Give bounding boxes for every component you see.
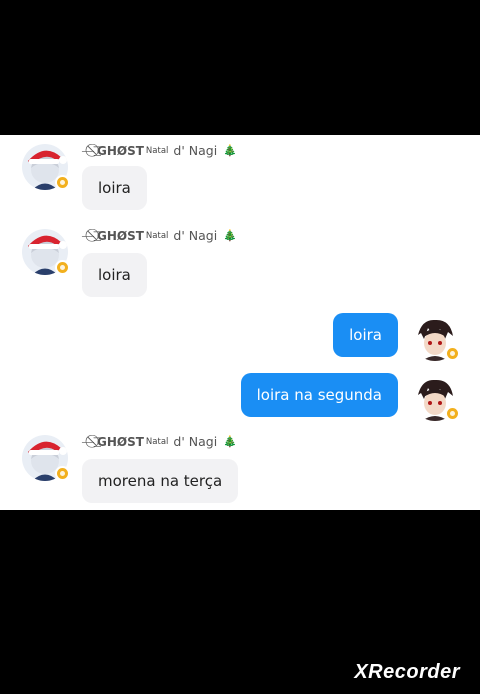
name-sup: Natal — [145, 436, 169, 447]
message-bubble[interactable]: loira — [82, 166, 147, 210]
chat-area: —͟͞͞ ⃠ GHØSTNatal d' Nagi 🎄 loira —͟͞͞ ⃠… — [0, 135, 480, 510]
sender-avatar[interactable] — [22, 229, 70, 275]
christmas-tree-icon: 🎄 — [223, 144, 237, 157]
name-suffix: d' Nagi — [173, 434, 218, 449]
name-suffix: d' Nagi — [173, 143, 218, 158]
name-main: GHØST — [97, 143, 144, 158]
membership-badge-icon — [445, 406, 460, 421]
my-avatar[interactable] — [412, 315, 460, 361]
name-sup: Natal — [145, 230, 169, 241]
message-bubble[interactable]: loira — [82, 253, 147, 297]
my-message-bubble[interactable]: loira — [333, 313, 398, 357]
christmas-tree-icon: 🎄 — [223, 229, 237, 242]
membership-badge-icon — [55, 466, 70, 481]
sender-name: —͟͞͞ ⃠ GHØSTNatal d' Nagi 🎄 — [82, 143, 237, 158]
membership-badge-icon — [55, 260, 70, 275]
name-prefix: —͟͞͞ — [82, 228, 94, 242]
name-main: GHØST — [97, 434, 144, 449]
name-prefix: —͟͞͞ — [82, 143, 94, 157]
my-message-bubble[interactable]: loira na segunda — [240, 373, 398, 417]
christmas-tree-icon: 🎄 — [223, 435, 237, 448]
name-prefix: —͟͞͞ — [82, 434, 94, 448]
message-bubble[interactable]: morena na terça — [82, 459, 239, 503]
membership-badge-icon — [55, 175, 70, 190]
name-main: GHØST — [97, 228, 144, 243]
my-avatar[interactable] — [412, 375, 460, 421]
sender-name: —͟͞͞ ⃠ GHØSTNatal d' Nagi 🎄 — [82, 434, 237, 449]
name-sup: Natal — [145, 145, 169, 156]
sender-name: —͟͞͞ ⃠ GHØSTNatal d' Nagi 🎄 — [82, 228, 237, 243]
sender-avatar[interactable] — [22, 435, 70, 481]
membership-badge-icon — [445, 346, 460, 361]
name-suffix: d' Nagi — [173, 228, 218, 243]
recorder-watermark: XRecorder — [354, 661, 460, 683]
sender-avatar[interactable] — [22, 144, 70, 190]
